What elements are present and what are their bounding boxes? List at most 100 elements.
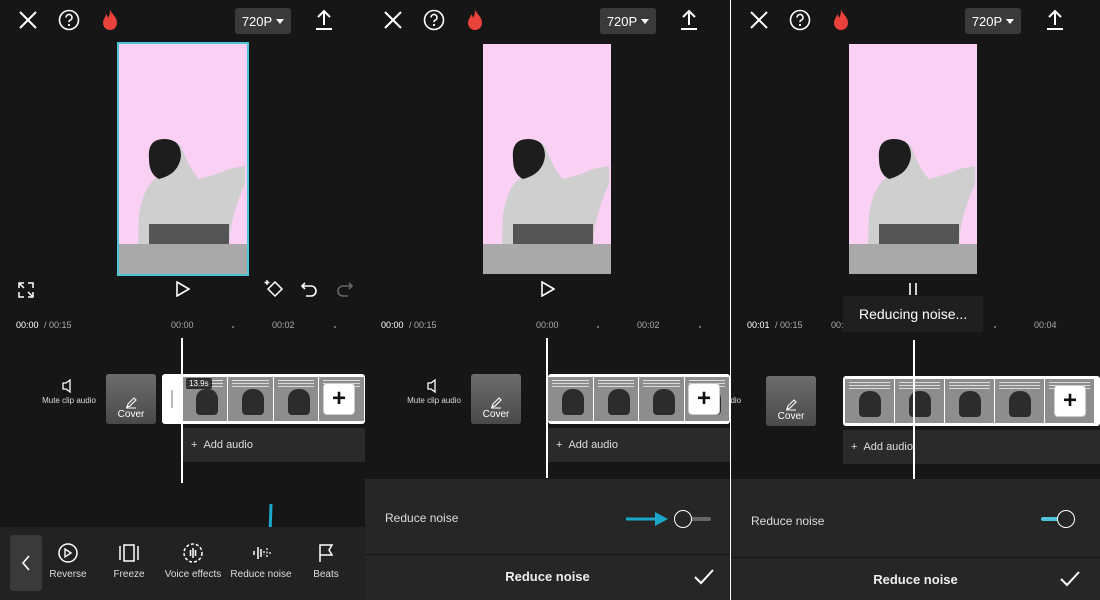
add-audio-button[interactable]: + Add audio <box>843 430 1100 464</box>
undo-icon[interactable] <box>298 278 320 300</box>
help-icon[interactable] <box>422 8 446 32</box>
ruler-dot <box>699 326 701 328</box>
confirm-check-icon[interactable] <box>692 565 716 589</box>
add-audio-button[interactable]: + Add audio <box>548 428 730 462</box>
sheet-title: Reduce noise <box>505 569 590 584</box>
reduce-noise-sheet: Reduce noise Reduce noise <box>731 479 1100 600</box>
mute-label: p audio <box>731 396 742 405</box>
playhead[interactable] <box>913 340 915 480</box>
tool-voice-effects[interactable]: Voice effects <box>158 541 228 580</box>
cover-label: Cover <box>482 409 510 420</box>
total-time: / 00:15 <box>44 320 72 330</box>
reducing-noise-toast: Reducing noise... <box>843 296 984 332</box>
timeline[interactable]: Mute clip audio Cover 13.9s + + Add audi… <box>0 336 365 486</box>
timecode-row: 00:00 / 00:15 00:00 00:02 <box>0 316 365 336</box>
export-icon[interactable] <box>677 8 701 32</box>
timecode-row: 00:00 / 00:15 00:00 00:02 <box>365 316 730 336</box>
bottom-toolbar: Reverse Freeze Voice effects Reduce nois… <box>0 527 365 600</box>
trim-handle[interactable] <box>171 390 173 408</box>
add-clip-button[interactable]: + <box>1055 386 1085 416</box>
add-audio-label: Add audio <box>203 439 253 451</box>
reduce-noise-icon <box>253 547 271 559</box>
ruler-label: 00:02 <box>272 320 295 330</box>
reduce-noise-toggle[interactable] <box>673 509 711 529</box>
export-icon[interactable] <box>312 8 336 32</box>
add-clip-button[interactable]: + <box>689 384 719 414</box>
ruler-dot <box>994 326 996 328</box>
mute-clip-audio-button[interactable]: Mute clip audio <box>399 378 469 405</box>
pause-icon[interactable] <box>905 281 921 297</box>
clip-frame <box>227 377 274 421</box>
ruler-label: 00:00 <box>536 320 559 330</box>
cover-button[interactable]: Cover <box>106 374 156 424</box>
confirm-check-icon[interactable] <box>1058 567 1082 591</box>
chevron-down-icon <box>641 18 650 24</box>
freeze-icon <box>119 544 139 562</box>
editor-panel-1: 720P 00:00 / 00:15 00:00 00:02 Mute clip… <box>0 0 365 600</box>
redo-icon <box>334 278 356 300</box>
help-icon[interactable] <box>57 8 81 32</box>
video-preview[interactable] <box>117 42 249 276</box>
divider <box>731 557 1100 558</box>
help-icon[interactable] <box>788 8 812 32</box>
tool-label: Reverse <box>49 569 87 580</box>
cover-button[interactable]: Cover <box>471 374 521 424</box>
tool-freeze[interactable]: Freeze <box>94 541 164 580</box>
clip-frame <box>995 379 1045 423</box>
resolution-selector[interactable]: 720P <box>965 8 1021 34</box>
current-time: 00:01 <box>747 320 770 330</box>
tool-reduce-noise[interactable]: Reduce noise <box>226 541 296 580</box>
playhead[interactable] <box>181 338 183 483</box>
mute-clip-audio-button[interactable]: p audio <box>731 378 763 405</box>
clip-duration: 13.9s <box>186 378 212 389</box>
play-icon[interactable] <box>537 278 559 300</box>
resolution-selector[interactable]: 720P <box>235 8 291 34</box>
clip-frame <box>548 377 594 421</box>
reverse-icon <box>58 543 78 563</box>
pencil-icon <box>491 397 502 409</box>
voice-effects-icon <box>183 543 203 563</box>
person-figure <box>119 139 247 274</box>
ruler-dot <box>334 326 336 328</box>
playhead[interactable] <box>546 338 548 478</box>
close-icon[interactable] <box>16 8 40 32</box>
editor-panel-3: 720P 00:01 / 00:15 00:0 00:04 Reducing n… <box>731 0 1100 600</box>
resolution-selector[interactable]: 720P <box>600 8 656 34</box>
chevron-down-icon <box>276 18 285 24</box>
tool-reverse[interactable]: Reverse <box>33 541 103 580</box>
timeline[interactable]: Mute clip audio Cover + + Add audio <box>365 336 730 486</box>
flame-icon[interactable] <box>463 8 487 32</box>
speaker-icon <box>427 378 436 394</box>
clip-frame <box>845 379 895 423</box>
pencil-icon <box>786 399 797 411</box>
reduce-noise-toggle[interactable] <box>1041 509 1079 529</box>
play-icon[interactable] <box>172 278 194 300</box>
add-audio-button[interactable]: + Add audio <box>183 428 365 462</box>
video-preview[interactable] <box>849 44 977 274</box>
current-time: 00:00 <box>381 320 404 330</box>
ruler-label: 00:00 <box>171 320 194 330</box>
flame-icon[interactable] <box>98 8 122 32</box>
tool-label: Beats <box>313 569 339 580</box>
tool-label: Voice effects <box>164 569 222 580</box>
timeline[interactable]: p audio Cover + + Add audio <box>731 336 1100 486</box>
resolution-label: 720P <box>241 13 273 29</box>
total-time: / 00:15 <box>409 320 437 330</box>
close-icon[interactable] <box>747 8 771 32</box>
divider <box>365 554 730 555</box>
resolution-label: 720P <box>971 13 1003 29</box>
current-time: 00:00 <box>16 320 39 330</box>
flame-icon[interactable] <box>829 8 853 32</box>
cover-button[interactable]: Cover <box>766 376 816 426</box>
mute-label: Mute clip audio <box>42 396 96 405</box>
add-clip-button[interactable]: + <box>324 384 354 414</box>
fullscreen-icon[interactable] <box>16 280 36 300</box>
close-icon[interactable] <box>381 8 405 32</box>
mute-clip-audio-button[interactable]: Mute clip audio <box>34 378 104 405</box>
export-icon[interactable] <box>1043 8 1067 32</box>
video-preview[interactable] <box>483 44 611 274</box>
clip-frame <box>945 379 995 423</box>
keyframe-icon[interactable] <box>262 278 286 300</box>
cover-label: Cover <box>777 411 805 422</box>
tool-beats[interactable]: Beats <box>291 541 361 580</box>
